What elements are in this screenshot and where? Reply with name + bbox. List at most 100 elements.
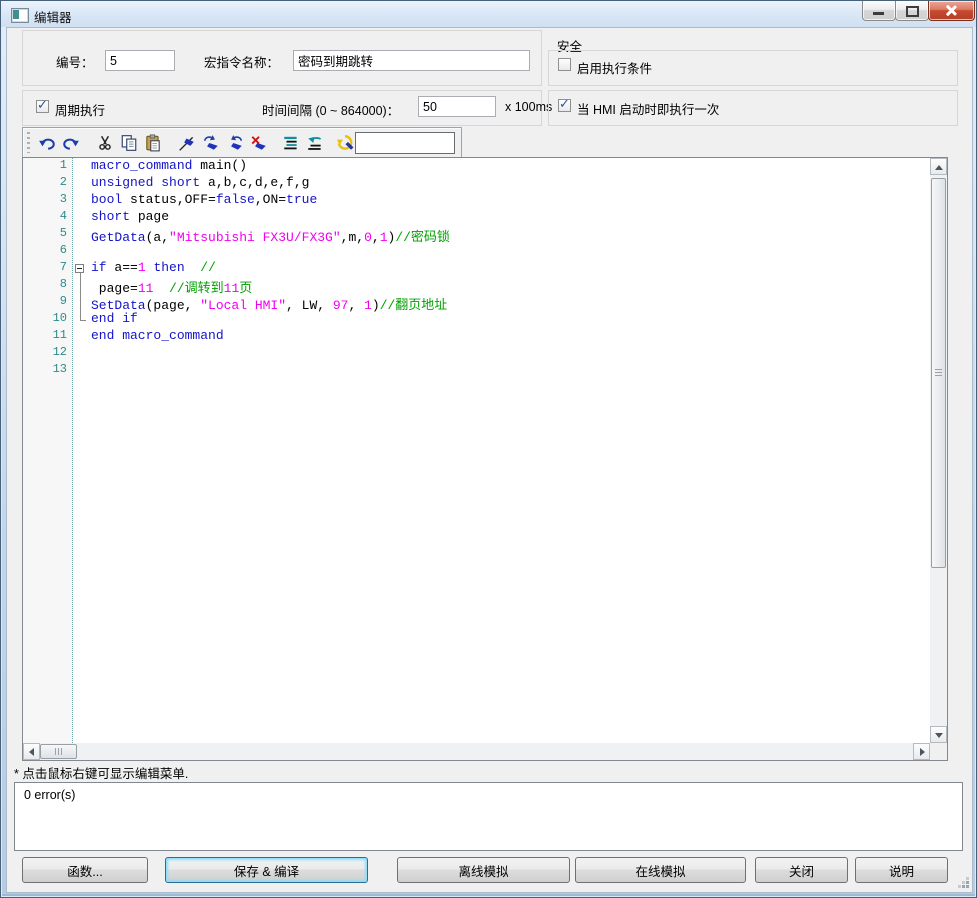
vertical-scrollbar[interactable] [930, 158, 947, 743]
fold-margin [72, 311, 90, 328]
window-icon [11, 8, 29, 23]
line-number: 10 [23, 311, 72, 328]
line-number: 7 [23, 260, 72, 277]
vertical-scrollbar-thumb[interactable] [931, 178, 946, 568]
line-number: 13 [23, 362, 72, 379]
offline-simulation-button[interactable]: 离线模拟 [397, 857, 570, 883]
functions-button[interactable]: 函数... [22, 857, 148, 883]
maximize-button[interactable] [895, 1, 929, 21]
help-button[interactable]: 说明 [855, 857, 948, 883]
fold-margin [72, 192, 90, 209]
code-editor[interactable]: 1macro_command main()2 unsigned short a,b… [22, 157, 948, 761]
close-button[interactable] [928, 1, 975, 21]
code-text [90, 345, 91, 362]
code-text: macro_command main() [90, 158, 247, 175]
code-text: page=11 //调转到11页 [90, 277, 252, 294]
enable-exec-condition-label: 启用执行条件 [577, 58, 652, 77]
search-input[interactable] [355, 132, 455, 154]
find-replace-icon[interactable] [335, 133, 355, 153]
code-line[interactable]: 11end macro_command [23, 328, 930, 345]
fold-toggle[interactable] [72, 260, 90, 277]
code-text: short page [90, 209, 169, 226]
compile-message-box[interactable]: 0 error(s) [14, 782, 963, 851]
fold-margin [72, 158, 90, 175]
online-simulation-button[interactable]: 在线模拟 [575, 857, 746, 883]
compile-message: 0 error(s) [24, 788, 75, 802]
close-dialog-button[interactable]: 关闭 [755, 857, 848, 883]
code-line[interactable]: 2 unsigned short a,b,c,d,e,f,g [23, 175, 930, 192]
outdent-icon[interactable] [305, 133, 325, 153]
line-number: 12 [23, 345, 72, 362]
code-line[interactable]: 8 page=11 //调转到11页 [23, 277, 930, 294]
toolbar [22, 127, 462, 160]
code-text: unsigned short a,b,c,d,e,f,g [90, 175, 309, 192]
line-number: 9 [23, 294, 72, 311]
code-text [90, 243, 91, 260]
fold-margin [72, 209, 90, 226]
code-line[interactable]: 3 bool status,OFF=false,ON=true [23, 192, 930, 209]
bookmark-prev-icon[interactable] [225, 133, 245, 153]
code-line[interactable]: 9SetData(page, "Local HMI", LW, 97, 1)//… [23, 294, 930, 311]
scroll-left-button[interactable] [23, 743, 40, 760]
code-line[interactable]: 5GetData(a,"Mitsubishi FX3U/FX3G",m,0,1)… [23, 226, 930, 243]
periodic-label: 周期执行 [55, 100, 105, 119]
cut-icon[interactable] [95, 133, 115, 153]
line-number: 3 [23, 192, 72, 209]
scroll-right-button[interactable] [913, 743, 930, 760]
periodic-checkbox[interactable] [36, 100, 49, 113]
editor-window: 编辑器 编号： 宏指令名称： 安全 启用执行条件 周期执行 时间间隔 (0 ~ … [0, 0, 977, 898]
number-input[interactable] [105, 50, 175, 71]
code-text: GetData(a,"Mitsubishi FX3U/FX3G",m,0,1)/… [90, 226, 450, 243]
bookmark-toggle-icon[interactable] [177, 133, 197, 153]
line-number: 2 [23, 175, 72, 192]
enable-exec-condition-checkbox[interactable] [558, 58, 571, 71]
run-once-on-start-label: 当 HMI 启动时即执行一次 [577, 99, 719, 118]
save-compile-button[interactable]: 保存 & 编译 [165, 857, 368, 883]
code-line[interactable]: 12 [23, 345, 930, 362]
scroll-up-button[interactable] [930, 158, 947, 175]
code-text [90, 362, 91, 379]
fold-margin [72, 277, 90, 294]
resize-grip[interactable] [956, 875, 969, 888]
run-once-on-start-checkbox[interactable] [558, 99, 571, 112]
horizontal-scrollbar[interactable] [23, 743, 930, 760]
macro-name-input[interactable] [293, 50, 530, 71]
code-lines[interactable]: 1macro_command main()2 unsigned short a,b… [23, 158, 930, 379]
toolbar-grip[interactable] [27, 132, 30, 153]
bookmark-clear-icon[interactable] [249, 133, 269, 153]
minimize-button[interactable] [862, 1, 896, 21]
fold-margin [72, 362, 90, 379]
horizontal-scrollbar-thumb[interactable] [40, 744, 77, 759]
code-line[interactable]: 1macro_command main() [23, 158, 930, 175]
scroll-down-button[interactable] [930, 726, 947, 743]
code-line[interactable]: 6 [23, 243, 930, 260]
code-text: bool status,OFF=false,ON=true [90, 192, 317, 209]
fold-margin [72, 328, 90, 345]
line-number: 11 [23, 328, 72, 345]
undo-icon[interactable] [37, 133, 57, 153]
line-number: 4 [23, 209, 72, 226]
code-line[interactable]: 10end if [23, 311, 930, 328]
fold-margin [72, 243, 90, 260]
titlebar[interactable]: 编辑器 [1, 1, 976, 27]
macro-name-label: 宏指令名称： [204, 52, 279, 71]
hint-text: * 点击鼠标右键可显示编辑菜单. [14, 763, 188, 782]
paste-icon[interactable] [143, 133, 163, 153]
line-number: 6 [23, 243, 72, 260]
code-line[interactable]: 7 if a==1 then // [23, 260, 930, 277]
copy-icon[interactable] [119, 133, 139, 153]
fold-margin [72, 345, 90, 362]
redo-icon[interactable] [61, 133, 81, 153]
indent-icon[interactable] [281, 133, 301, 153]
interval-label: 时间间隔 (0 ~ 864000)： [262, 100, 399, 119]
code-line[interactable]: 4 short page [23, 209, 930, 226]
fold-margin [72, 226, 90, 243]
interval-input[interactable] [418, 96, 496, 117]
interval-unit-label: x 100ms [505, 100, 552, 114]
scrollbar-corner [930, 743, 947, 760]
bookmark-next-icon[interactable] [201, 133, 221, 153]
fold-margin [72, 175, 90, 192]
code-text: if a==1 then // [90, 260, 216, 277]
line-number: 8 [23, 277, 72, 294]
code-line[interactable]: 13 [23, 362, 930, 379]
